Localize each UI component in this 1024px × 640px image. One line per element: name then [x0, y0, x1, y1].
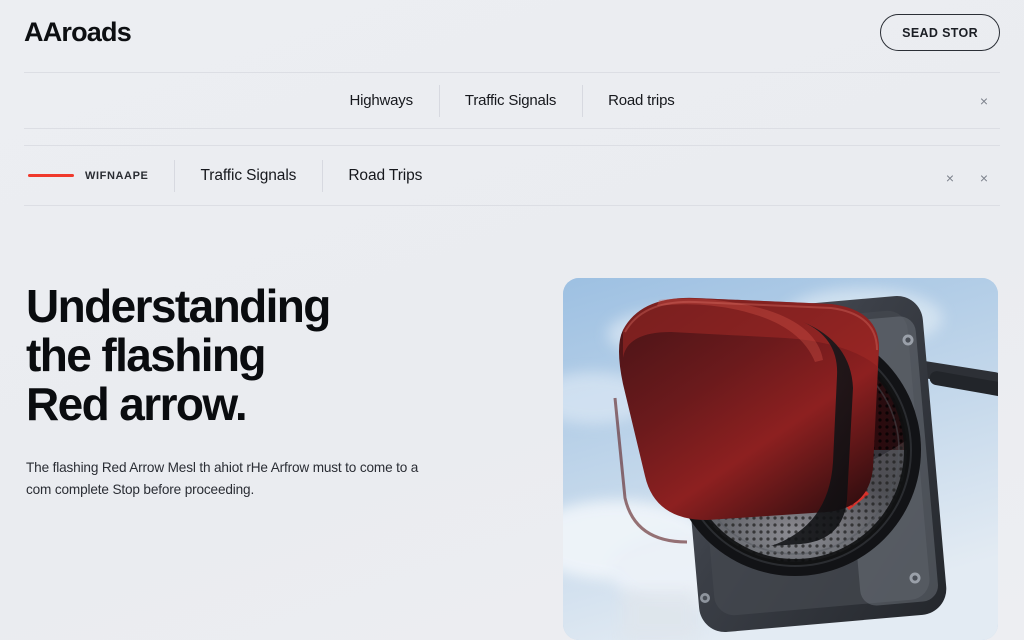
primary-nav: Highways Traffic Signals Road trips: [0, 73, 1024, 128]
headline-line-3: Red arrow.: [26, 378, 248, 430]
hero-image: [563, 278, 998, 640]
close-icon-secondary-2[interactable]: ×: [974, 168, 994, 188]
headline-line-1: Understanding: [26, 280, 331, 332]
traffic-signal-illustration: [563, 278, 998, 640]
nav-item-highways[interactable]: Highways: [323, 73, 438, 128]
hero-body-text: The flashing Red Arrow Mesl th ahiot rHe…: [26, 460, 419, 497]
secondary-nav: WIFNAAPE Traffic Signals Road Trips: [0, 146, 1024, 205]
brand-logo[interactable]: AAroads: [24, 19, 132, 46]
close-icon[interactable]: ×: [974, 91, 994, 111]
close-icon-secondary-1[interactable]: ×: [940, 168, 960, 188]
hero-text-block: Understanding the flashing Red arrow. The …: [26, 282, 466, 501]
site-header: AAroads SEAD STOR: [0, 0, 1024, 72]
page-title: Understanding the flashing Red arrow.: [26, 282, 466, 429]
store-button[interactable]: SEAD STOR: [880, 14, 1000, 51]
divider-primary-nav-bottom: [24, 128, 1000, 129]
nav-item-traffic-signals[interactable]: Traffic Signals: [439, 73, 582, 128]
red-line-icon: [28, 174, 74, 177]
secondary-nav-item-traffic-signals[interactable]: Traffic Signals: [174, 146, 322, 205]
headline-line-2: the flashing: [26, 329, 267, 381]
secondary-nav-item-road-trips[interactable]: Road Trips: [322, 146, 448, 205]
secondary-nav-brand-label: WIFNAAPE: [85, 169, 149, 182]
secondary-nav-brand-mark[interactable]: WIFNAAPE: [0, 146, 174, 205]
page-root: AAroads SEAD STOR Highways Traffic Signa…: [0, 0, 1024, 640]
divider-secondary-nav-bottom: [24, 205, 1000, 206]
nav-item-road-trips[interactable]: Road trips: [582, 73, 700, 128]
